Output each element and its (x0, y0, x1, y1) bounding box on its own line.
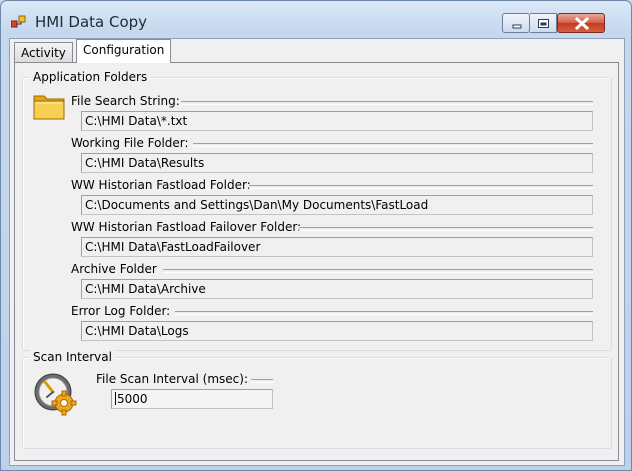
minimize-icon (512, 24, 522, 29)
archive-folder-field[interactable]: C:\HMI Data\Archive (81, 279, 593, 299)
separator-line (299, 227, 593, 231)
clock-gear-icon (33, 372, 79, 421)
separator-line (193, 143, 593, 147)
working-file-folder-field[interactable]: C:\HMI Data\Results (81, 153, 593, 173)
maximize-icon (538, 19, 549, 28)
application-folders-group: Application Folders File Search String: … (22, 70, 612, 351)
title-bar[interactable]: HMI Data Copy (1, 1, 631, 39)
tab-configuration[interactable]: Configuration (76, 39, 172, 63)
configuration-page: Application Folders File Search String: … (14, 62, 619, 461)
scan-interval-group: Scan Interval File Scan Interval (msec):… (22, 350, 612, 449)
error-log-folder-label: Error Log Folder: (71, 304, 171, 318)
app-icon (10, 15, 27, 29)
close-icon (574, 16, 590, 31)
text-caret (115, 392, 116, 405)
folder-icon (33, 92, 66, 123)
separator-line (249, 185, 593, 189)
separator-line (163, 269, 593, 273)
fastload-failover-folder-label: WW Historian Fastload Failover Folder: (71, 220, 302, 234)
fastload-folder-label: WW Historian Fastload Folder: (71, 178, 251, 192)
scan-interval-title: Scan Interval (30, 350, 115, 364)
error-log-folder-field[interactable]: C:\HMI Data\Logs (81, 321, 593, 341)
archive-folder-label: Archive Folder (71, 262, 157, 276)
application-folders-title: Application Folders (30, 70, 151, 84)
main-window: HMI Data Copy Activity Configuration App… (0, 0, 632, 471)
working-file-folder-label: Working File Folder: (71, 136, 189, 150)
close-button[interactable] (557, 13, 605, 33)
file-scan-interval-value: 5000 (117, 392, 148, 406)
fastload-folder-field[interactable]: C:\Documents and Settings\Dan\My Documen… (81, 195, 593, 215)
file-search-string-label: File Search String: (71, 94, 180, 108)
separator-line (175, 311, 593, 315)
tab-activity[interactable]: Activity (14, 42, 73, 62)
window-title: HMI Data Copy (35, 13, 148, 31)
file-scan-interval-input[interactable]: 5000 (111, 389, 273, 409)
fastload-failover-folder-field[interactable]: C:\HMI Data\FastLoadFailover (81, 237, 593, 257)
minimize-button[interactable] (502, 13, 530, 33)
file-scan-interval-label: File Scan Interval (msec): (96, 372, 248, 386)
maximize-button[interactable] (530, 13, 557, 33)
separator-line (181, 101, 593, 105)
file-search-string-field[interactable]: C:\HMI Data\*.txt (81, 111, 593, 131)
separator-line (251, 379, 273, 383)
client-area: Activity Configuration Application Folde… (9, 38, 625, 466)
